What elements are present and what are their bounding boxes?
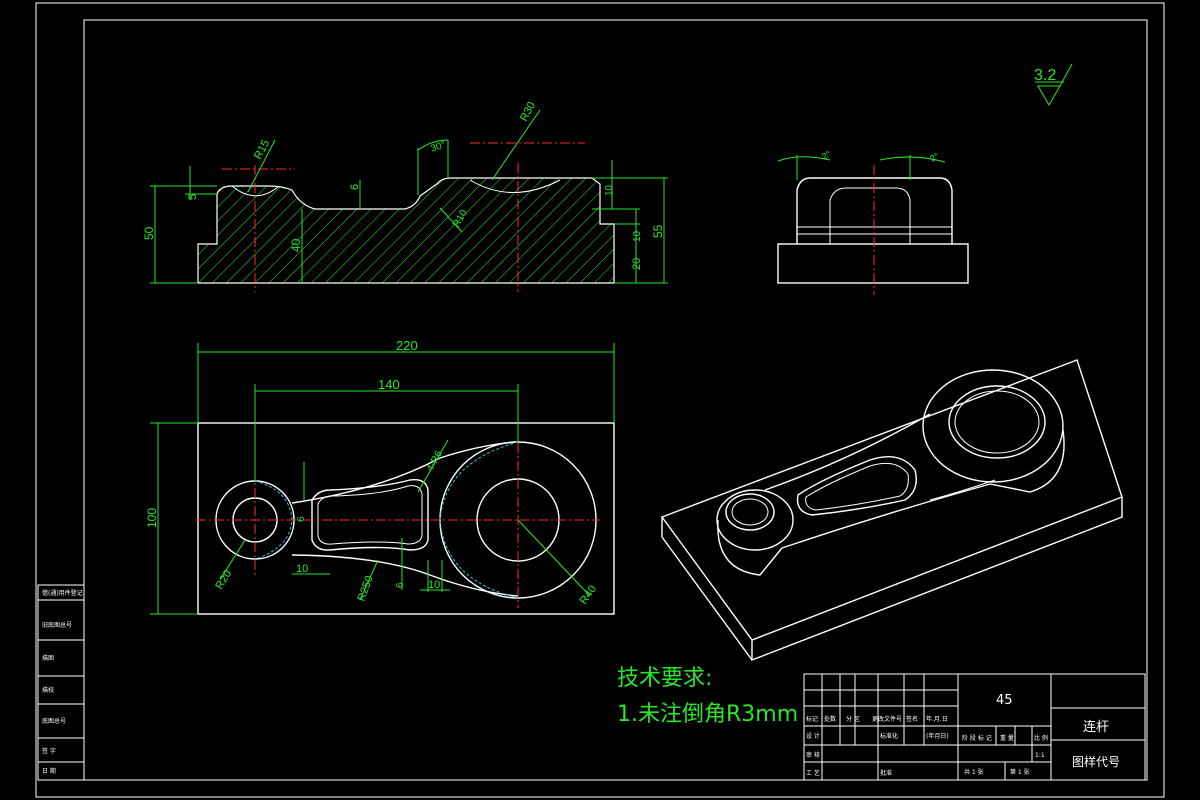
tb-r1-5: 年.月.日 (926, 715, 948, 723)
dim-10-left: 10 (296, 563, 308, 575)
dim-220: 220 (396, 338, 418, 353)
strip-label-1: 旧底图总号 (42, 621, 72, 629)
tb-r4-1: 批准 (880, 769, 892, 777)
dim-30deg: 30° (429, 139, 447, 155)
isometric-view (660, 359, 1123, 662)
dim-6a: 6 (296, 516, 307, 522)
drawing-title: 连杆 (1083, 719, 1109, 735)
roughness-value: 3.2 (1034, 67, 1056, 84)
tb-r1-2: 分 区 (846, 715, 860, 723)
dim-5: 5 (187, 194, 199, 200)
tb-r1-1: 处数 (824, 715, 836, 723)
tb-r1-4: 签名 (906, 715, 918, 723)
strip-label-0: 借(通)用件登记 (42, 589, 83, 597)
side-angle-2: 2° (928, 151, 941, 164)
roughness-symbol: 3.2 (1034, 63, 1073, 106)
strip-label-6: 日 期 (42, 767, 56, 775)
tb-r1-3: 更改文件号 (872, 715, 902, 723)
dim-r20: R20 (213, 568, 234, 591)
tech-req-item-1: 1.未注倒角R3mm (617, 702, 799, 727)
tb-r2-0: 设 计 (806, 732, 820, 740)
inner-frame (83, 19, 1148, 781)
strip-label-3: 描校 (42, 686, 54, 694)
tb-r2-3: 重 量 (1000, 734, 1014, 742)
tb-sheet-no: 第 1 张 (1010, 768, 1030, 776)
front-section-fill (197, 177, 615, 284)
drawing-code-label: 图样代号 (1072, 754, 1120, 769)
front-section-view: 50 5 R15 6 40 30° R10 R30 10 10 20 55 (142, 100, 668, 292)
tb-r3-0: 审 核 (806, 751, 820, 759)
title-block: 标记 处数 分 区 更改文件号 签名 年.月.日 设 计 标准化 阶 段 标 记… (803, 673, 1146, 781)
dim-10a: 10 (604, 184, 615, 196)
tb-r4-0: 工 艺 (806, 769, 820, 777)
tb-sheets: 共 1 张 (964, 768, 984, 776)
dim-50: 50 (142, 226, 156, 240)
dim-4r6: 4-R6 (425, 449, 445, 474)
strip-label-4: 底图总号 (42, 717, 66, 725)
side-angle-1: 2° (820, 149, 833, 162)
tech-req-heading: 技术要求: (617, 666, 713, 691)
strip-label-2: 描图 (42, 654, 54, 662)
tb-r1-0: 标记 (806, 715, 818, 723)
tb-r2-4: 比 例 (1034, 734, 1048, 742)
plan-view: 220 140 100 6 10 R20 R250 6 10 R40 4-R6 (145, 338, 615, 615)
tb-stamp: (年月日) (926, 732, 949, 740)
tb-scale: 1:1 (1035, 752, 1045, 759)
dim-6: 6 (349, 184, 361, 190)
dim-6b: 6 (395, 582, 406, 588)
dim-r250: R250 (356, 574, 376, 603)
material: 45 (996, 693, 1013, 708)
outer-frame (35, 2, 1165, 798)
dim-r30: R30 (518, 100, 538, 123)
strip-label-5: 签 字 (42, 747, 56, 755)
side-strip: 借(通)用件登记 旧底图总号 描图 描校 底图总号 签 字 日 期 (37, 584, 85, 781)
drawing-canvas: 借(通)用件登记 旧底图总号 描图 描校 底图总号 签 字 日 期 50 5 R… (35, 2, 1165, 798)
dim-140: 140 (378, 377, 400, 392)
dim-40: 40 (289, 238, 303, 252)
tb-r2-1: 标准化 (880, 732, 898, 740)
dim-20: 20 (631, 258, 643, 270)
tb-r2-2: 阶 段 标 记 (962, 734, 992, 742)
side-view: 2° 2° (777, 149, 969, 295)
dim-10-right: 10 (428, 579, 440, 591)
dim-r15: R15 (252, 138, 272, 161)
dim-10b: 10 (632, 230, 643, 242)
dim-55: 55 (651, 224, 665, 238)
dim-100: 100 (145, 508, 159, 528)
